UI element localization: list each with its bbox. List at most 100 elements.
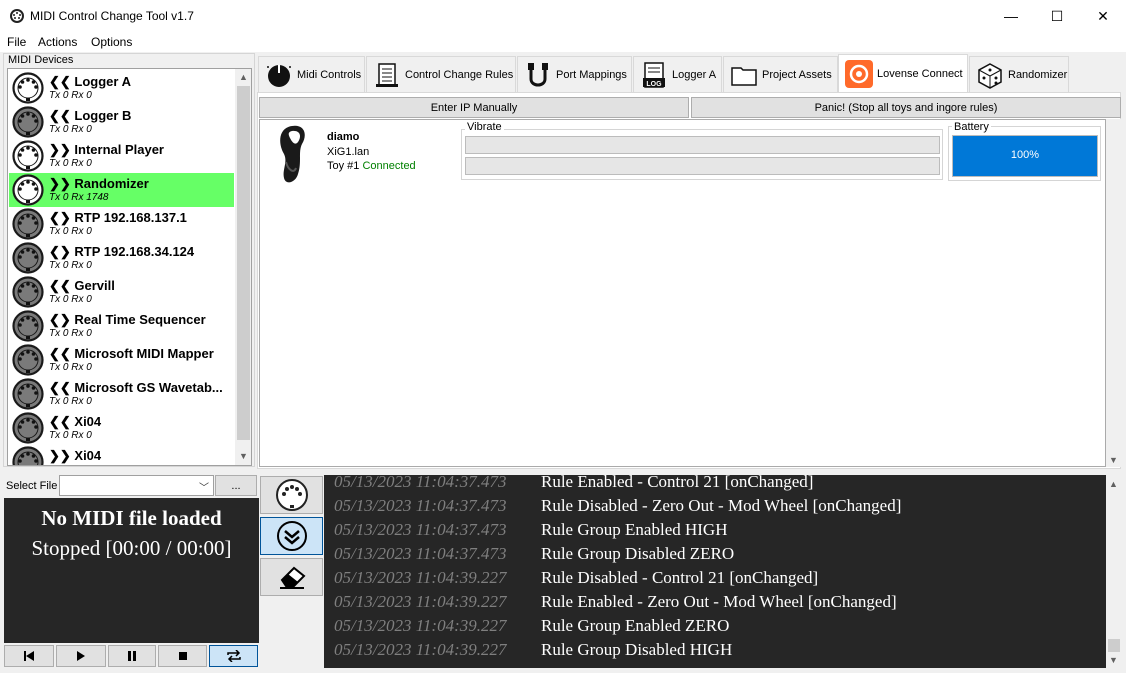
device-name: ❮❯ RTP 192.168.137.1 bbox=[49, 210, 187, 225]
skip-back-icon bbox=[24, 651, 34, 661]
stop-button[interactable] bbox=[158, 645, 207, 667]
device-row[interactable]: ❮❮ Xi04 Tx 0 Rx 0 bbox=[9, 411, 234, 445]
chevron-down-icon: ﹀ bbox=[199, 483, 209, 494]
double-chevron-down-icon bbox=[276, 521, 307, 551]
log-timestamp: 05/13/2023 11:04:39.227 bbox=[334, 616, 507, 635]
player-display: No MIDI file loaded Stopped [00:00 / 00:… bbox=[4, 498, 259, 643]
log-message: Rule Disabled - Zero Out - Mod Wheel [on… bbox=[541, 496, 902, 515]
device-stats: Tx 0 Rx 0 bbox=[49, 260, 92, 271]
devices-scroll-thumb[interactable] bbox=[237, 86, 250, 440]
tab-label: Logger A bbox=[672, 68, 717, 81]
midi-port-icon bbox=[12, 378, 44, 410]
close-button[interactable]: ✕ bbox=[1080, 0, 1126, 32]
log-timestamp: 05/13/2023 11:04:39.227 bbox=[334, 568, 507, 587]
pause-button[interactable] bbox=[108, 645, 156, 667]
midi-port-icon bbox=[12, 208, 44, 240]
midi-port-icon bbox=[12, 140, 44, 172]
folder-icon bbox=[731, 66, 757, 86]
device-stats: Tx 0 Rx 0 bbox=[49, 430, 92, 441]
midi-port-icon bbox=[12, 344, 44, 376]
log-icon: LOG bbox=[643, 61, 665, 88]
play-button[interactable] bbox=[56, 645, 106, 667]
midi-devices-list[interactable]: ▲ ▼ ❮❮ Logger A Tx 0 Rx 0 ❮❮ Logger B Tx 0 … bbox=[7, 68, 252, 466]
log-entry: 05/13/2023 11:04:37.473 Rule Enabled - Co… bbox=[324, 475, 1106, 496]
device-stats: Tx 0 Rx 0 bbox=[49, 90, 92, 101]
device-stats: Tx 0 Rx 0 bbox=[49, 158, 92, 169]
tab-label: Midi Controls bbox=[297, 68, 362, 81]
enter-ip-button[interactable]: Enter IP Manually bbox=[259, 97, 689, 118]
device-stats: Tx 0 Rx 0 bbox=[49, 124, 92, 135]
tab-label: Randomizer bbox=[1008, 68, 1068, 81]
tab-randomizer[interactable]: Randomizer bbox=[969, 56, 1069, 92]
loop-button[interactable] bbox=[209, 645, 258, 667]
maximize-button[interactable]: ☐ bbox=[1034, 0, 1080, 32]
pause-icon bbox=[128, 651, 136, 661]
minimize-button[interactable]: — bbox=[988, 0, 1034, 32]
tab-control-change-rules[interactable]: Control Change Rules bbox=[366, 56, 516, 92]
menu-options[interactable]: Options bbox=[91, 35, 132, 49]
tab-scrollbar[interactable]: ▼ bbox=[1106, 119, 1121, 467]
device-stats: Tx 0 Rx 1748 bbox=[49, 192, 109, 203]
midi-devices-label: MIDI Devices bbox=[7, 54, 75, 66]
log-message: Rule Enabled - Control 21 [onChanged] bbox=[541, 475, 814, 491]
tab-label: Port Mappings bbox=[556, 68, 627, 81]
log-scrollbar[interactable]: ▲ ▼ bbox=[1106, 475, 1122, 668]
log-entry: 05/13/2023 11:04:39.227 Rule Group Disabl… bbox=[324, 640, 1106, 664]
device-row[interactable]: ❮❮ Microsoft GS Wavetab... Tx 0 Rx 0 bbox=[9, 377, 234, 411]
vibrate-bar-2 bbox=[465, 157, 940, 175]
log-clear-button[interactable] bbox=[260, 558, 323, 596]
svg-text:LOG: LOG bbox=[646, 81, 662, 88]
device-row[interactable]: ❯❯ Randomizer Tx 0 Rx 1748 bbox=[9, 173, 234, 207]
file-select[interactable]: ﹀ bbox=[59, 475, 214, 496]
player-file-status: No MIDI file loaded bbox=[41, 506, 222, 530]
tab-lovense-connect[interactable]: Lovense Connect bbox=[838, 54, 968, 93]
scroll-down-icon[interactable]: ▼ bbox=[235, 451, 251, 461]
log-timestamp: 05/13/2023 11:04:37.473 bbox=[334, 475, 507, 491]
app-icon bbox=[10, 9, 24, 23]
device-stats: Tx 0 Rx 0 bbox=[49, 362, 92, 373]
vibrate-label: Vibrate bbox=[465, 121, 504, 133]
device-name: ❮❮ Xi04 bbox=[49, 414, 102, 429]
midi-port-icon bbox=[12, 276, 44, 308]
menu-actions[interactable]: Actions bbox=[38, 35, 77, 49]
device-row[interactable]: ❮❯ RTP 192.168.34.124 Tx 0 Rx 0 bbox=[9, 241, 234, 275]
device-row[interactable]: ❮❯ RTP 192.168.137.1 Tx 0 Rx 0 bbox=[9, 207, 234, 241]
log-timestamp: 05/13/2023 11:04:37.473 bbox=[334, 520, 507, 539]
tab-midi-controls[interactable]: Midi Controls bbox=[258, 56, 365, 92]
device-row[interactable]: ❮❮ Gervill Tx 0 Rx 0 bbox=[9, 275, 234, 309]
scroll-up-icon[interactable]: ▲ bbox=[1105, 479, 1122, 489]
device-row[interactable]: ❯❯ Xi04Tx 0 Rx 0 bbox=[9, 445, 234, 465]
device-name: ❮❯ RTP 192.168.34.124 bbox=[49, 244, 195, 259]
log-autoscroll-button[interactable] bbox=[260, 517, 323, 555]
log-timestamp: 05/13/2023 11:04:39.227 bbox=[334, 592, 507, 611]
device-row[interactable]: ❮❮ Logger A Tx 0 Rx 0 bbox=[9, 71, 234, 105]
device-row[interactable]: ❮❯ Real Time Sequencer Tx 0 Rx 0 bbox=[9, 309, 234, 343]
toy-name: diamo bbox=[327, 131, 360, 143]
device-name: ❮❮ Microsoft MIDI Mapper bbox=[49, 346, 214, 361]
midi-port-icon bbox=[12, 174, 44, 206]
log-entry: 05/13/2023 11:04:37.473 Rule Group Disabl… bbox=[324, 544, 1106, 568]
log-midi-device-button[interactable] bbox=[260, 476, 323, 514]
log-scroll-thumb[interactable] bbox=[1108, 639, 1120, 652]
battery-label: Battery bbox=[952, 121, 991, 133]
log-entry: 05/13/2023 11:04:37.473 Rule Disabled - Z… bbox=[324, 496, 1106, 520]
device-row[interactable]: ❮❮ Logger B Tx 0 Rx 0 bbox=[9, 105, 234, 139]
skip-back-button[interactable] bbox=[4, 645, 54, 667]
log-message: Rule Group Disabled ZERO bbox=[541, 544, 735, 563]
browse-button[interactable]: ... bbox=[215, 475, 257, 496]
device-row[interactable]: ❮❮ Microsoft MIDI Mapper Tx 0 Rx 0 bbox=[9, 343, 234, 377]
device-row[interactable]: ❯❯ Internal Player Tx 0 Rx 0 bbox=[9, 139, 234, 173]
scroll-down-icon[interactable]: ▼ bbox=[1105, 655, 1122, 665]
scroll-up-icon[interactable]: ▲ bbox=[235, 72, 251, 82]
tab-project-assets[interactable]: Project Assets bbox=[723, 56, 838, 92]
devices-scrollbar[interactable]: ▲ ▼ bbox=[235, 69, 251, 465]
log-entry: 05/13/2023 11:04:39.227 Rule Disabled - C… bbox=[324, 568, 1106, 592]
menu-file[interactable]: File bbox=[7, 35, 26, 49]
device-stats: Tx 0 Rx 0 bbox=[49, 396, 92, 407]
scroll-down-icon[interactable]: ▼ bbox=[1105, 455, 1122, 465]
title-bar: MIDI Control Change Tool v1.7 — ☐ ✕ bbox=[0, 0, 1126, 32]
tab-port-mappings[interactable]: Port Mappings bbox=[517, 56, 632, 92]
panic-button[interactable]: Panic! (Stop all toys and ingore rules) bbox=[691, 97, 1121, 118]
tab-logger-a[interactable]: LOG Logger A bbox=[633, 56, 722, 92]
knob-icon bbox=[267, 64, 291, 87]
